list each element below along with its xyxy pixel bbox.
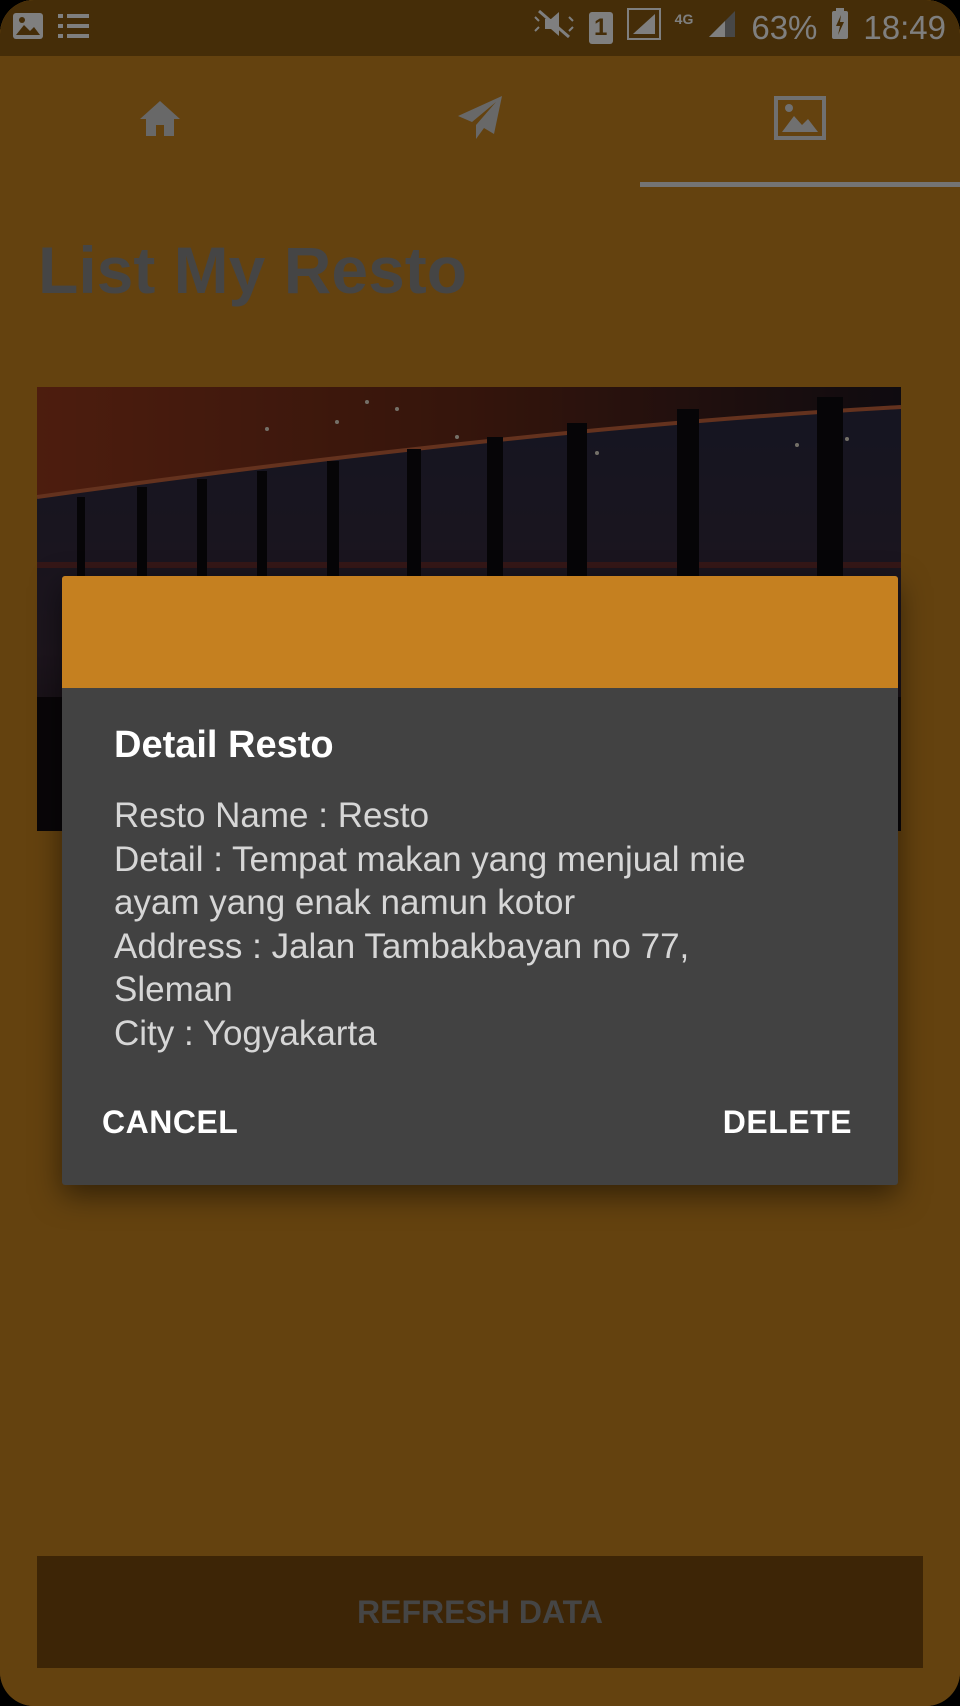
delete-button[interactable]: DELETE [723,1104,852,1141]
dialog-header [62,576,898,688]
dialog-line: City : Yogyakarta [114,1013,377,1053]
dialog-line: Address : Jalan Tambakbayan no 77, [114,926,690,966]
dialog-message: Resto Name : Resto Detail : Tempat makan… [114,794,854,1055]
cancel-button[interactable]: CANCEL [102,1104,238,1141]
dialog-line: ayam yang enak namun kotor [114,883,576,922]
dialog-line: Detail : Tempat makan yang menjual mie [114,839,746,879]
detail-dialog: Detail Resto Resto Name : Resto Detail :… [62,576,898,1185]
dialog-line: Sleman [114,970,233,1009]
dialog-line: Resto Name : Resto [114,796,430,835]
dialog-title: Detail Resto [114,724,334,766]
app-screen: 1 4G 63% 18:49 [0,0,960,1706]
